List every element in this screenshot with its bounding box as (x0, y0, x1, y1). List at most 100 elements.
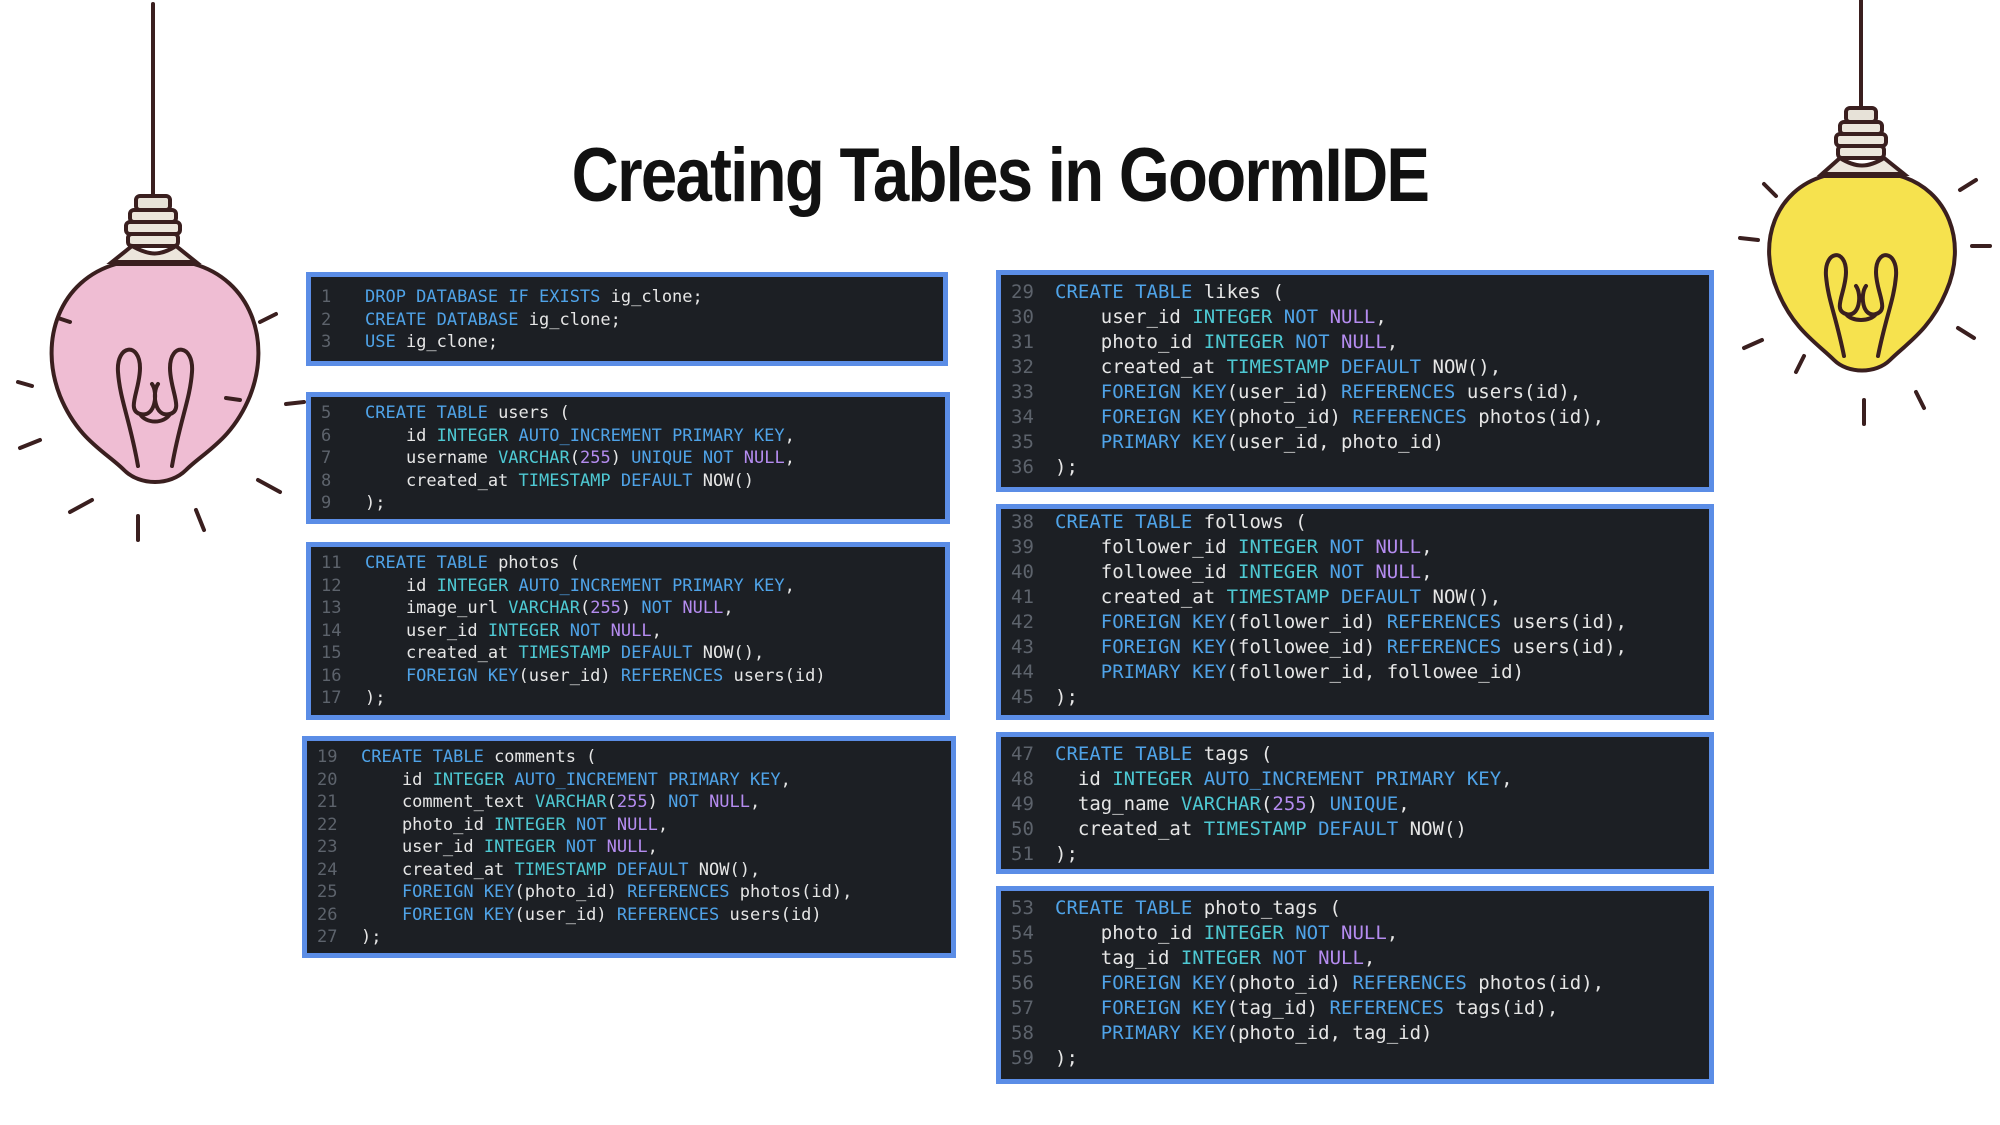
code-line: 47 CREATE TABLE tags ( (1001, 742, 1709, 767)
code-line: 54 photo_id INTEGER NOT NULL, (1001, 921, 1709, 946)
line-number: 32 (1011, 356, 1034, 378)
code-token: created_at (365, 470, 519, 491)
line-number: 49 (1011, 793, 1034, 815)
line-number: 59 (1011, 1047, 1034, 1069)
code-token: ); (1055, 686, 1078, 708)
code-token: tag_name (1055, 793, 1181, 815)
code-token: , (750, 792, 761, 812)
code-token: FOREIGN KEY (1055, 972, 1227, 994)
line-number: 17 (321, 688, 342, 708)
code-line: 58 PRIMARY KEY(photo_id, tag_id) (1001, 1021, 1709, 1046)
line-number: 7 (321, 448, 332, 468)
code-token: (followee_id) (1226, 636, 1387, 658)
code-token: id (365, 425, 437, 446)
code-token: TIMESTAMP (1226, 586, 1341, 608)
line-number: 55 (1011, 947, 1034, 969)
line-number: 43 (1011, 636, 1034, 658)
code-token: ig_clone; (528, 309, 621, 330)
line-number: 30 (1011, 306, 1034, 328)
line-number: 29 (1011, 281, 1034, 303)
line-number: 19 (317, 747, 338, 767)
code-token: REFERENCES (1329, 997, 1456, 1019)
line-number: 57 (1011, 997, 1034, 1019)
code-token: , (657, 814, 669, 835)
code-token: (user_id) (1226, 381, 1341, 403)
code-token: PRIMARY KEY (1055, 1022, 1227, 1044)
code-token: INTEGER (1112, 768, 1204, 790)
code-line: 3 USE ig_clone; (311, 331, 943, 354)
code-token: photo_tags ( (1203, 897, 1341, 919)
code-line: 13 image_url VARCHAR(255) NOT NULL, (311, 597, 945, 620)
code-token: AUTO_INCREMENT PRIMARY KEY (518, 575, 785, 596)
code-token: (user_id, photo_id) (1226, 431, 1444, 453)
code-token: , (1375, 306, 1387, 328)
code-line: 23 user_id INTEGER NOT NULL, (307, 836, 951, 859)
line-number: 24 (317, 859, 338, 880)
line-number: 21 (317, 792, 338, 812)
code-token: , (784, 575, 795, 596)
code-token: NULL (1329, 306, 1376, 328)
code-token: (follower_id) (1226, 611, 1387, 633)
code-line: 22 photo_id INTEGER NOT NULL, (307, 814, 951, 837)
code-token: user_id (365, 620, 488, 641)
code-line: 40 followee_id INTEGER NOT NULL, (1001, 560, 1709, 585)
code-token: tags ( (1203, 743, 1273, 765)
code-token: NOW(), (702, 643, 765, 663)
code-token: ); (361, 927, 382, 947)
code-token: , (784, 448, 795, 468)
code-token: ); (1055, 456, 1078, 478)
code-panel-photo-tags: 53 CREATE TABLE photo_tags (54 photo_id I… (996, 886, 1714, 1084)
code-token: 255 (579, 448, 611, 468)
code-token: user_id (361, 837, 484, 857)
code-line: 30 user_id INTEGER NOT NULL, (1001, 305, 1709, 330)
code-token: photos(id), (739, 882, 853, 902)
code-panel-likes: 29 CREATE TABLE likes (30 user_id INTEGER… (996, 270, 1714, 492)
code-line: 36); (1001, 455, 1709, 480)
code-panel-database: 1 DROP DATABASE IF EXISTS ig_clone; 2 CREAT… (306, 272, 948, 366)
code-token: FOREIGN KEY (1055, 611, 1227, 633)
line-number: 25 (317, 882, 338, 902)
code-token: ) (647, 792, 669, 812)
code-panel-users: 5 CREATE TABLE users (6 id INTEGER AUTO_I… (306, 392, 950, 524)
code-token: image_url (365, 598, 509, 618)
line-number: 34 (1011, 406, 1034, 428)
code-token: ( (579, 598, 591, 618)
code-line: 48 id INTEGER AUTO_INCREMENT PRIMARY KEY… (1001, 767, 1709, 792)
line-number: 44 (1011, 661, 1034, 683)
code-token: ); (365, 688, 386, 708)
code-token: created_at (361, 859, 515, 880)
code-token: tags(id), (1455, 997, 1559, 1019)
code-line: 7 username VARCHAR(255) UNIQUE NOT NULL, (311, 447, 945, 470)
code-token: ( (1260, 793, 1273, 815)
code-token: username (365, 448, 499, 468)
code-token: DEFAULT (1340, 586, 1433, 608)
code-panel-tags: 47 CREATE TABLE tags (48 id INTEGER AUTO_… (996, 732, 1714, 874)
code-token: NULL (1375, 536, 1422, 558)
code-line: 24 created_at TIMESTAMP DEFAULT NOW(), (307, 859, 951, 882)
code-token: FOREIGN KEY (1055, 381, 1227, 403)
code-token: NULL (610, 620, 652, 641)
code-line: 57 FOREIGN KEY(tag_id) REFERENCES tags(i… (1001, 996, 1709, 1021)
code-token: NOT (641, 598, 683, 618)
lightbulb-icon (16, 2, 306, 542)
code-line: 45); (1001, 685, 1709, 710)
line-number: 50 (1011, 818, 1034, 840)
code-line: 35 PRIMARY KEY(user_id, photo_id) (1001, 430, 1709, 455)
code-token: created_at (1055, 586, 1227, 608)
code-token: CREATE DATABASE (365, 309, 529, 330)
line-number: 6 (321, 425, 332, 446)
code-token: CREATE TABLE (1055, 897, 1204, 919)
code-token: NOT (1283, 306, 1330, 328)
code-token: users(id), (1512, 611, 1627, 633)
code-token: DEFAULT (1318, 818, 1410, 840)
code-token: VARCHAR (1180, 793, 1261, 815)
code-token: DEFAULT (620, 643, 703, 663)
code-line: 12 id INTEGER AUTO_INCREMENT PRIMARY KEY… (311, 575, 945, 598)
line-number: 35 (1011, 431, 1034, 453)
code-line: 59); (1001, 1046, 1709, 1071)
code-token: NULL (1341, 922, 1387, 944)
code-token: NOW() (1409, 818, 1467, 840)
code-line: 39 follower_id INTEGER NOT NULL, (1001, 535, 1709, 560)
code-token: users(id) (733, 665, 826, 686)
code-token: VARCHAR (508, 598, 580, 618)
